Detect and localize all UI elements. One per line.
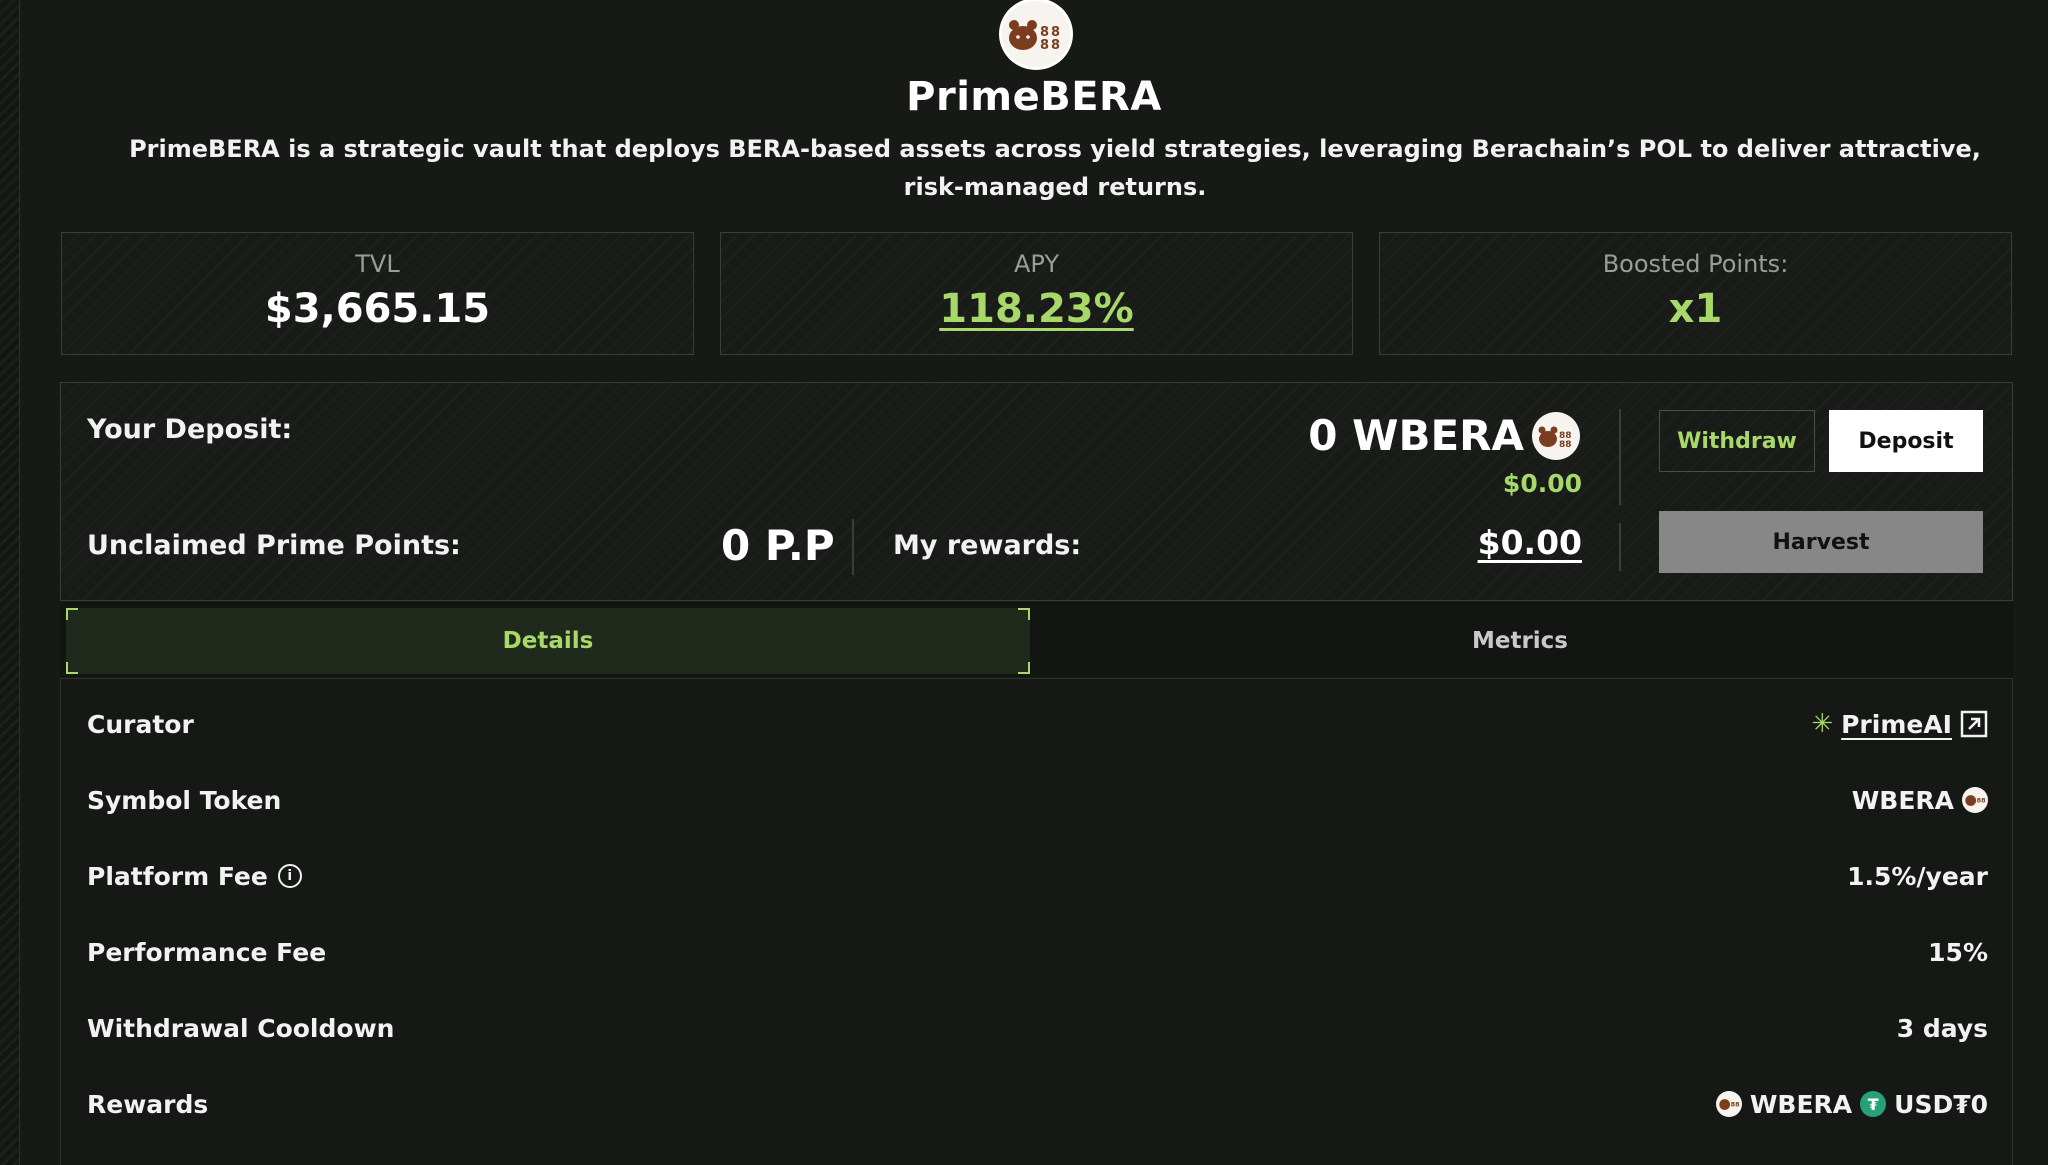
svg-text:88: 88 [1730, 1101, 1739, 1109]
corner-decoration [66, 608, 78, 620]
bear-logo-icon: 8 8 8 8 [999, 0, 1073, 70]
apy-card: APY 118.23% [720, 232, 1353, 355]
unclaimed-points-label: Unclaimed Prime Points: [87, 530, 461, 561]
divider [852, 519, 854, 575]
symbol-token-text: WBERA [1851, 785, 1954, 815]
symbol-token-value: WBERA 88 [1852, 762, 1988, 838]
svg-text:8: 8 [1051, 38, 1060, 53]
curator-label: Curator [87, 709, 194, 739]
deposit-usd-value: $0.00 [1502, 469, 1582, 498]
sparkle-icon: ✳ [1811, 709, 1834, 739]
harvest-button[interactable]: Harvest [1659, 511, 1983, 573]
vault-description: PrimeBERA is a strategic vault that depl… [129, 135, 1981, 201]
detail-row-platform-fee: Platform Fee i 1.5%/year [61, 838, 2014, 914]
deposit-amount: 0 WBERA 88 88 [1308, 411, 1580, 460]
curator-link[interactable]: PrimeAI [1841, 710, 1952, 739]
corner-decoration [1018, 662, 1030, 674]
wbera-token-icon: 88 [1962, 787, 1988, 813]
apy-value[interactable]: 118.23% [721, 286, 1352, 332]
svg-text:88: 88 [1559, 440, 1572, 449]
my-rewards-label: My rewards: [893, 530, 1082, 561]
apy-label: APY [1013, 250, 1060, 278]
tvl-value: $3,665.15 [264, 286, 491, 332]
left-rail [0, 0, 20, 1165]
divider [1619, 523, 1621, 571]
withdrawal-cooldown-label: Withdrawal Cooldown [87, 1013, 395, 1043]
detail-row-cooldown: Withdrawal Cooldown 3 days [61, 990, 2014, 1066]
boosted-points-value: x1 [1668, 286, 1723, 332]
detail-row-rewards: Rewards 88 WBERA ₮ USD₮0 [61, 1066, 2014, 1142]
withdraw-button[interactable]: Withdraw [1659, 410, 1815, 472]
deposit-button[interactable]: Deposit [1829, 410, 1983, 472]
divider [1619, 409, 1621, 505]
tvl-card: TVL $3,665.15 [61, 232, 694, 355]
performance-fee-label: Performance Fee [87, 937, 327, 967]
symbol-token-label: Symbol Token [87, 785, 282, 815]
your-deposit-label: Your Deposit: [87, 414, 293, 445]
tab-details[interactable]: Details [66, 608, 1030, 674]
deposit-panel: Your Deposit: 0 WBERA 88 88 $0.00 Withdr… [60, 382, 2013, 601]
withdrawal-cooldown-value: 3 days [1896, 1013, 1988, 1043]
details-panel: Curator ✳ PrimeAI Symbol Token WBERA 88 … [60, 678, 2013, 1165]
detail-row-performance-fee: Performance Fee 15% [61, 914, 2014, 990]
curator-value: ✳ PrimeAI [1811, 686, 1988, 762]
svg-text:88: 88 [1977, 797, 1986, 805]
platform-fee-value: 1.5%/year [1847, 861, 1988, 891]
rewards-token-usdt0: USD₮0 [1894, 1089, 1988, 1119]
performance-fee-value: 15% [1928, 937, 1988, 967]
tab-bar: Details Metrics [60, 602, 2013, 677]
my-rewards-value[interactable]: $0.00 [1478, 523, 1582, 562]
info-icon[interactable]: i [277, 864, 302, 888]
rewards-token-wbera: WBERA [1749, 1089, 1853, 1119]
vault-page: 8 8 8 8 PrimeBERA PrimeBERA is a strateg… [20, 0, 2048, 1165]
platform-fee-label-group: Platform Fee i [87, 838, 302, 914]
unclaimed-points-value: 0 P.P [721, 521, 835, 570]
external-link-icon[interactable] [1960, 710, 1988, 738]
wbera-token-icon: 88 88 [1532, 411, 1580, 460]
boosted-points-label: Boosted Points: [1602, 250, 1789, 278]
platform-fee-label: Platform Fee [87, 861, 268, 891]
detail-row-symbol: Symbol Token WBERA 88 [61, 762, 2014, 838]
rewards-tokens: 88 WBERA ₮ USD₮0 [1715, 1066, 1988, 1142]
wbera-token-icon: 88 [1715, 1091, 1742, 1117]
deposit-amount-text: 0 WBERA [1308, 411, 1524, 460]
svg-text:8: 8 [1040, 38, 1049, 53]
tvl-label: TVL [355, 250, 400, 278]
vault-title: PrimeBERA [906, 74, 1162, 120]
corner-decoration [66, 662, 78, 674]
corner-decoration [1018, 608, 1030, 620]
detail-row-curator: Curator ✳ PrimeAI [61, 686, 2014, 762]
boosted-points-card: Boosted Points: x1 [1379, 232, 2012, 355]
tether-token-icon: ₮ [1860, 1091, 1887, 1117]
tab-metrics[interactable]: Metrics [1030, 608, 2010, 674]
rewards-label: Rewards [87, 1089, 209, 1119]
